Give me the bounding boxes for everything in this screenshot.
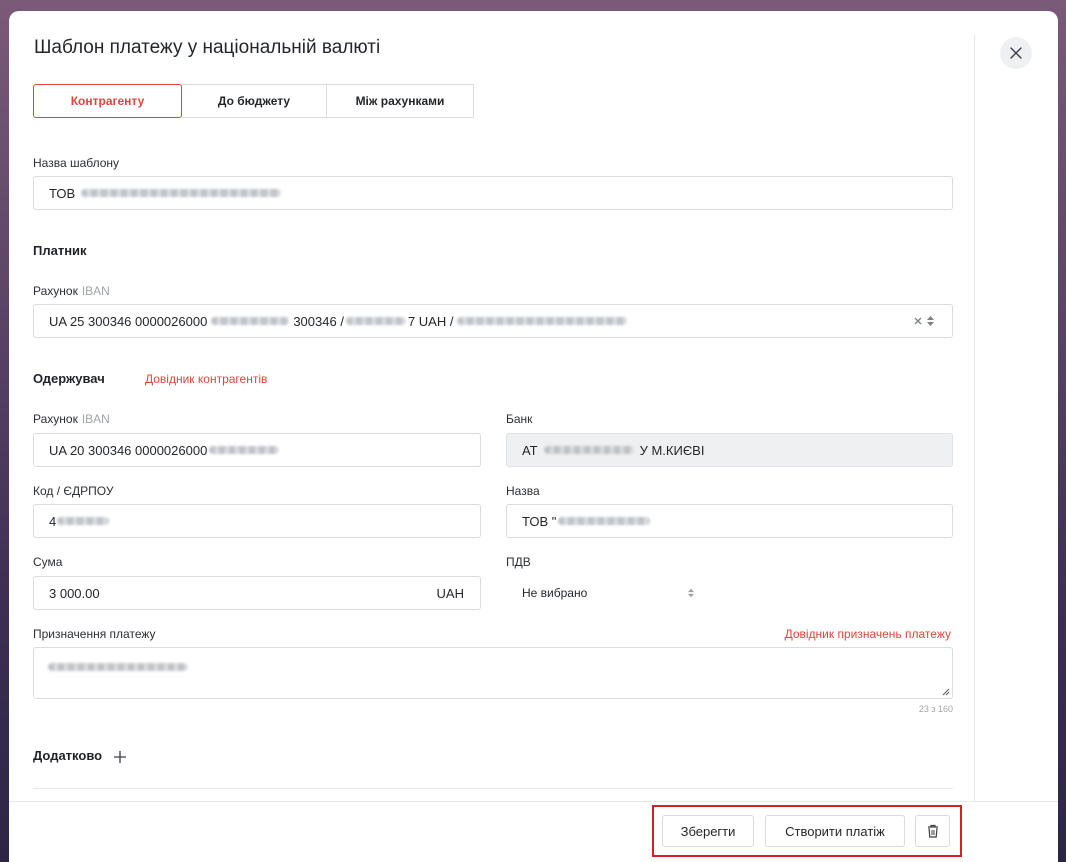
payer-account-redacted-3: [457, 317, 628, 325]
purpose-char-counter: 23 з 160: [918, 704, 953, 714]
template-name-label: Назва шаблону: [33, 156, 120, 170]
recipient-account-redacted: [209, 446, 280, 454]
purpose-label: Призначення платежу: [33, 627, 156, 641]
payer-account-redacted-2: [345, 317, 406, 325]
additional-section-title: Додатково: [33, 748, 103, 763]
amount-value: 3 000.00: [49, 585, 100, 601]
vat-value: Не вибрано: [522, 586, 588, 600]
section-divider: [33, 788, 953, 789]
payer-account-part3: 7 UAH /: [407, 313, 454, 329]
template-name-prefix: ТОВ: [49, 185, 76, 201]
bank-prefix: АТ: [522, 442, 538, 458]
payer-account-select[interactable]: UA 25 300346 0000026000 300346 / 7 UAH /: [33, 304, 953, 338]
delete-button[interactable]: [915, 815, 950, 847]
recipient-account-hint: IBAN: [81, 412, 110, 426]
sort-icon: [927, 316, 934, 326]
vat-select[interactable]: Не вибрано: [506, 576, 701, 610]
payer-account-hint: IBAN: [81, 284, 110, 298]
edrpou-input[interactable]: 4: [33, 504, 481, 538]
payer-account-label: Рахунок IBAN: [33, 284, 110, 298]
sort-icon: [688, 588, 694, 598]
payer-account-label-text: Рахунок: [33, 284, 78, 298]
close-button[interactable]: [1000, 37, 1032, 69]
bank-suffix: У М.КИЄВІ: [639, 442, 705, 458]
amount-label: Сума: [33, 555, 63, 569]
edrpou-redacted: [57, 517, 110, 525]
edrpou-prefix: 4: [49, 513, 57, 529]
recipient-name-redacted: [558, 517, 651, 525]
tab-budget[interactable]: До бюджету: [181, 84, 327, 118]
recipient-account-label: Рахунок IBAN: [33, 412, 110, 426]
recipient-section-title: Одержувач: [33, 371, 105, 386]
bank-redacted: [543, 446, 634, 454]
payer-account-redacted-1: [211, 317, 290, 325]
close-icon: [1010, 47, 1022, 59]
recipient-account-label-text: Рахунок: [33, 412, 78, 426]
save-button[interactable]: Зберегти: [662, 815, 754, 847]
tab-between-accounts[interactable]: Між рахунками: [326, 84, 474, 118]
payment-template-modal: Шаблон платежу у національній валюті Кон…: [9, 11, 1058, 862]
recipient-name-prefix: ТОВ ": [522, 513, 557, 529]
counterparty-directory-link[interactable]: Довідник контрагентів: [145, 372, 267, 386]
create-payment-button[interactable]: Створити платіж: [765, 815, 905, 847]
payer-account-part1: UA 25 300346 0000026000: [49, 313, 208, 329]
edrpou-label: Код / ЄДРПОУ: [33, 484, 114, 498]
trash-icon: [927, 824, 938, 838]
bank-label: Банк: [506, 412, 533, 426]
payer-account-part2: 300346 /: [293, 313, 344, 329]
recipient-name-label: Назва: [506, 484, 540, 498]
plus-icon: [114, 751, 126, 763]
add-additional-button[interactable]: [111, 748, 129, 766]
template-name-redacted: [81, 189, 282, 197]
amount-currency: UAH: [436, 585, 464, 601]
resize-icon[interactable]: [941, 687, 950, 696]
clear-icon[interactable]: [914, 317, 922, 325]
recipient-account-input[interactable]: UA 20 300346 0000026000: [33, 433, 481, 467]
vat-label: ПДВ: [506, 555, 531, 569]
bank-field: АТ У М.КИЄВІ: [506, 433, 953, 467]
recipient-account-value: UA 20 300346 0000026000: [49, 442, 208, 458]
modal-title: Шаблон платежу у національній валюті: [34, 37, 381, 58]
purpose-textarea[interactable]: [33, 647, 953, 699]
purpose-redacted: [48, 663, 188, 671]
payer-select-controls: [914, 316, 934, 326]
recipient-name-input[interactable]: ТОВ ": [506, 504, 953, 538]
amount-input[interactable]: 3 000.00 UAH: [33, 576, 481, 610]
payment-type-tabs: Контрагенту До бюджету Між рахунками: [33, 84, 474, 118]
template-name-input[interactable]: ТОВ: [33, 176, 953, 210]
payer-section-title: Платник: [33, 243, 87, 258]
divider-vertical: [974, 35, 975, 805]
purpose-directory-link[interactable]: Довідник призначень платежу: [785, 627, 951, 641]
tab-counterparty[interactable]: Контрагенту: [33, 84, 182, 118]
